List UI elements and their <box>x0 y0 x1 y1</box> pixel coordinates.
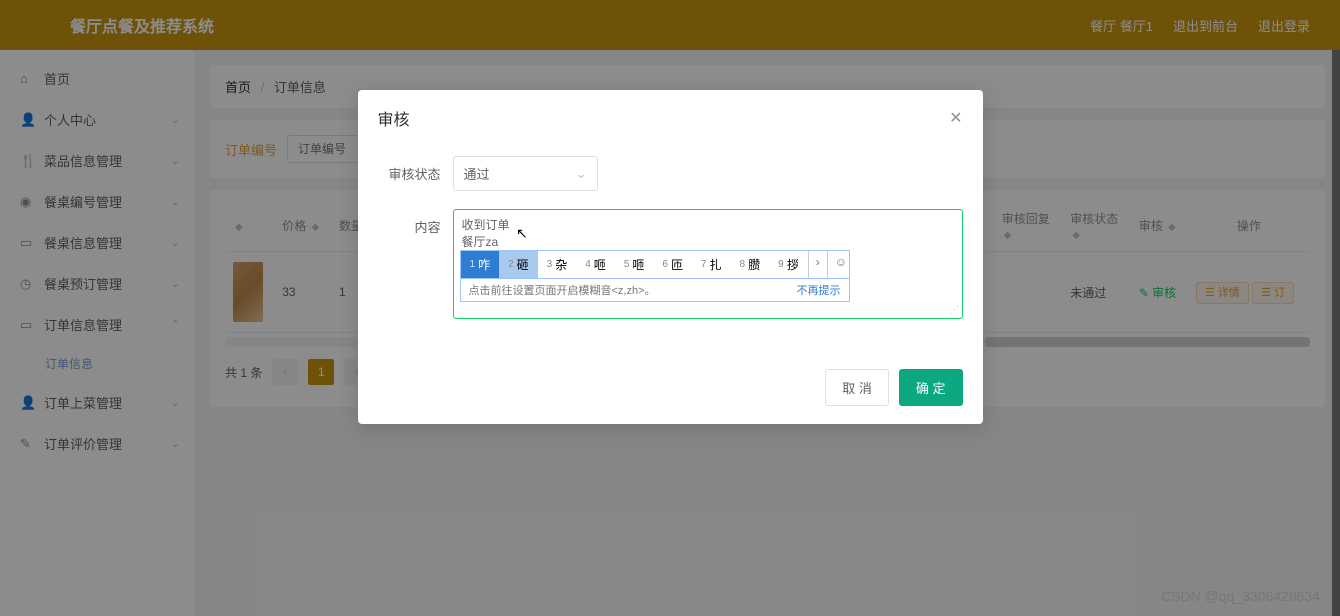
review-modal: 审核 ✕ 审核状态 通过 ⌄ 内容 收到订单 餐厅za <box>358 90 983 424</box>
status-label: 审核状态 <box>378 156 453 183</box>
cancel-button[interactable]: 取 消 <box>825 369 889 406</box>
right-edge-shadow <box>1332 50 1340 616</box>
ime-dismiss-link[interactable]: 不再提示 <box>797 282 841 298</box>
confirm-button[interactable]: 确 定 <box>899 369 963 406</box>
ime-candidate[interactable]: 4咂 <box>576 251 615 278</box>
ime-more-icon[interactable]: › <box>808 251 827 278</box>
ime-candidate[interactable]: 3杂 <box>538 251 577 278</box>
ime-candidate[interactable]: 5咂 <box>615 251 654 278</box>
ime-hint-text[interactable]: 点击前往设置页面开启模糊音<z,zh>。 <box>469 282 656 298</box>
ime-emoji-icon[interactable]: ☺ <box>827 251 854 278</box>
ime-candidate[interactable]: 6匝 <box>653 251 692 278</box>
status-select[interactable]: 通过 ⌄ <box>453 156 598 191</box>
ime-candidate[interactable]: 8臜 <box>731 251 770 278</box>
ime-candidate[interactable]: 9拶 <box>769 251 808 278</box>
ime-candidate[interactable]: 2砸 <box>499 251 538 278</box>
ime-panel: 1咋 2砸 3杂 4咂 5咂 6匝 7扎 8臜 9拶 › ☺ <box>460 250 850 302</box>
content-textarea[interactable]: 收到订单 餐厅za 1咋 2砸 3杂 4咂 5咂 6匝 7扎 8 <box>453 209 963 319</box>
modal-title: 审核 <box>378 106 410 130</box>
resize-handle-icon[interactable]: ⋰ <box>950 305 960 316</box>
ime-candidate[interactable]: 7扎 <box>692 251 731 278</box>
close-icon[interactable]: ✕ <box>949 108 962 128</box>
modal-overlay[interactable]: 审核 ✕ 审核状态 通过 ⌄ 内容 收到订单 餐厅za <box>0 0 1340 616</box>
chevron-down-icon: ⌄ <box>576 166 587 182</box>
ime-candidate[interactable]: 1咋 <box>461 251 500 278</box>
watermark: CSDN @qq_3306428634 <box>1161 588 1320 604</box>
content-label: 内容 <box>378 209 453 236</box>
